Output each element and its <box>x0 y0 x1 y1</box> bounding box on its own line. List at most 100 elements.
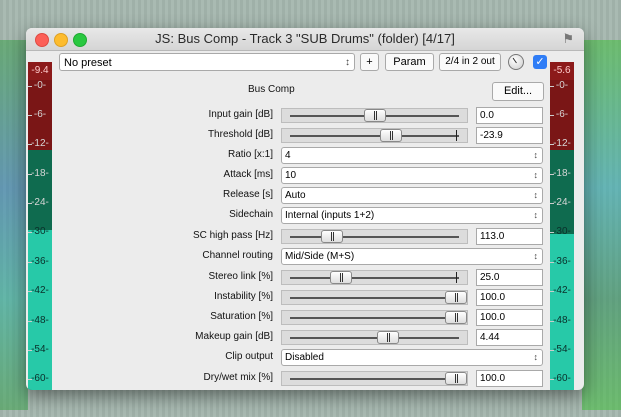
param-row: Saturation [%] 100.0 <box>26 308 584 328</box>
param-label: Threshold [dB] <box>207 129 273 140</box>
preset-label: No preset <box>64 57 112 69</box>
param-row: Sidechain Internal (inputs 1+2) ↕ <box>26 206 584 226</box>
preset-select[interactable]: No preset ↕ <box>59 53 355 71</box>
slider-default-mark <box>455 272 457 283</box>
waveform-right <box>582 40 621 410</box>
param-slider[interactable] <box>281 310 468 325</box>
slider-handle[interactable] <box>329 271 352 284</box>
param-row: Input gain [dB] 0.0 <box>26 106 584 126</box>
waveform-left <box>0 40 28 410</box>
param-slider[interactable] <box>281 229 468 244</box>
param-label: Ratio [x:1] <box>227 149 273 160</box>
param-row: SC high pass [Hz] 113.0 <box>26 227 584 247</box>
slider-default-mark <box>455 130 457 141</box>
param-slider[interactable] <box>281 290 468 305</box>
wet-knob-icon[interactable] <box>508 54 524 70</box>
param-label: Channel routing <box>202 250 273 261</box>
param-row: Channel routing Mid/Side (M+S) ↕ <box>26 247 584 267</box>
param-label: Sidechain <box>229 209 273 220</box>
param-select-value: Internal (inputs 1+2) <box>285 210 375 221</box>
param-row: Attack [ms] 10 ↕ <box>26 166 584 186</box>
window-title: JS: Bus Comp - Track 3 "SUB Drums" (fold… <box>155 31 455 46</box>
param-value-field[interactable]: 100.0 <box>476 289 543 306</box>
slider-track <box>290 317 459 319</box>
param-label: Clip output <box>225 351 273 362</box>
param-slider[interactable] <box>281 128 468 143</box>
param-label: Instability [%] <box>214 291 273 302</box>
param-label: Dry/wet mix [%] <box>203 372 273 383</box>
param-select-value: Auto <box>285 190 306 201</box>
param-label: Attack [ms] <box>223 169 273 180</box>
param-label: Makeup gain [dB] <box>195 331 273 342</box>
bypass-checkbox[interactable]: ✓ <box>533 55 547 69</box>
slider-track <box>290 277 459 279</box>
param-label: Input gain [dB] <box>208 109 274 120</box>
param-label: Stereo link [%] <box>208 271 273 282</box>
param-label: Release [s] <box>222 189 273 200</box>
chevron-updown-icon: ↕ <box>533 150 539 160</box>
slider-track <box>290 337 459 339</box>
param-row: Threshold [dB] -23.9 <box>26 126 584 146</box>
add-preset-button[interactable]: + <box>360 53 379 71</box>
plugin-window: JS: Bus Comp - Track 3 "SUB Drums" (fold… <box>26 28 584 390</box>
chevron-updown-icon: ↕ <box>533 210 539 220</box>
chevron-updown-icon: ↕ <box>533 352 539 362</box>
slider-handle[interactable] <box>444 372 467 385</box>
input-peak-readout: -9.4 <box>28 62 52 80</box>
param-value-field[interactable]: -23.9 <box>476 127 543 144</box>
param-value-field[interactable]: 25.0 <box>476 269 543 286</box>
io-routing-button[interactable]: 2/4 in 2 out <box>439 53 501 71</box>
param-select-value: 10 <box>285 170 297 181</box>
param-value-field[interactable]: 100.0 <box>476 370 543 387</box>
param-slider[interactable] <box>281 330 468 345</box>
param-value-field[interactable]: 0.0 <box>476 107 543 124</box>
param-value-field[interactable]: 4.44 <box>476 329 543 346</box>
param-slider[interactable] <box>281 270 468 285</box>
chevron-updown-icon: ↕ <box>345 57 350 68</box>
param-label: SC high pass [Hz] <box>192 230 273 241</box>
title-bar[interactable]: JS: Bus Comp - Track 3 "SUB Drums" (fold… <box>26 28 584 51</box>
param-slider[interactable] <box>281 108 468 123</box>
param-label: Saturation [%] <box>210 311 273 322</box>
output-peak-readout: -5.6 <box>550 62 574 80</box>
param-row: Ratio [x:1] 4 ↕ <box>26 146 584 166</box>
panel-title: Bus Comp <box>248 84 295 95</box>
chevron-updown-icon: ↕ <box>533 170 539 180</box>
param-select[interactable]: Mid/Side (M+S) ↕ <box>281 248 543 265</box>
param-row: Makeup gain [dB] 4.44 <box>26 328 584 348</box>
param-select[interactable]: Auto ↕ <box>281 187 543 204</box>
param-select[interactable]: 4 ↕ <box>281 147 543 164</box>
chevron-updown-icon: ↕ <box>533 251 539 261</box>
param-button[interactable]: Param <box>385 53 434 71</box>
param-row: Instability [%] 100.0 <box>26 288 584 308</box>
slider-handle[interactable] <box>380 129 403 142</box>
slider-handle[interactable] <box>363 109 386 122</box>
param-row: Stereo link [%] 25.0 <box>26 268 584 288</box>
slider-handle[interactable] <box>321 230 344 243</box>
param-row: Dry/wet mix [%] 100.0 <box>26 369 584 389</box>
param-select[interactable]: 10 ↕ <box>281 167 543 184</box>
slider-handle[interactable] <box>444 291 467 304</box>
param-row: Release [s] Auto ↕ <box>26 186 584 206</box>
param-slider[interactable] <box>281 371 468 386</box>
chevron-updown-icon: ↕ <box>533 190 539 200</box>
slider-track <box>290 378 459 380</box>
edit-button[interactable]: Edit... <box>492 82 544 101</box>
param-select-value: 4 <box>285 150 291 161</box>
meter-tick-label: -0- <box>28 80 52 91</box>
slider-handle[interactable] <box>444 311 467 324</box>
meter-tick-label: -0- <box>550 80 574 91</box>
param-row: Clip output Disabled ↕ <box>26 348 584 368</box>
slider-handle[interactable] <box>377 331 400 344</box>
toolbar: No preset ↕ + Param 2/4 in 2 out ✓ <box>26 50 584 76</box>
slider-track <box>290 236 459 238</box>
param-select-value: Mid/Side (M+S) <box>285 251 355 262</box>
slider-track <box>290 297 459 299</box>
param-select[interactable]: Internal (inputs 1+2) ↕ <box>281 207 543 224</box>
param-value-field[interactable]: 100.0 <box>476 309 543 326</box>
param-value-field[interactable]: 113.0 <box>476 228 543 245</box>
param-select-value: Disabled <box>285 352 324 363</box>
param-select[interactable]: Disabled ↕ <box>281 349 543 366</box>
slider-track <box>290 135 459 137</box>
pin-icon[interactable]: ⚑ <box>562 31 574 47</box>
